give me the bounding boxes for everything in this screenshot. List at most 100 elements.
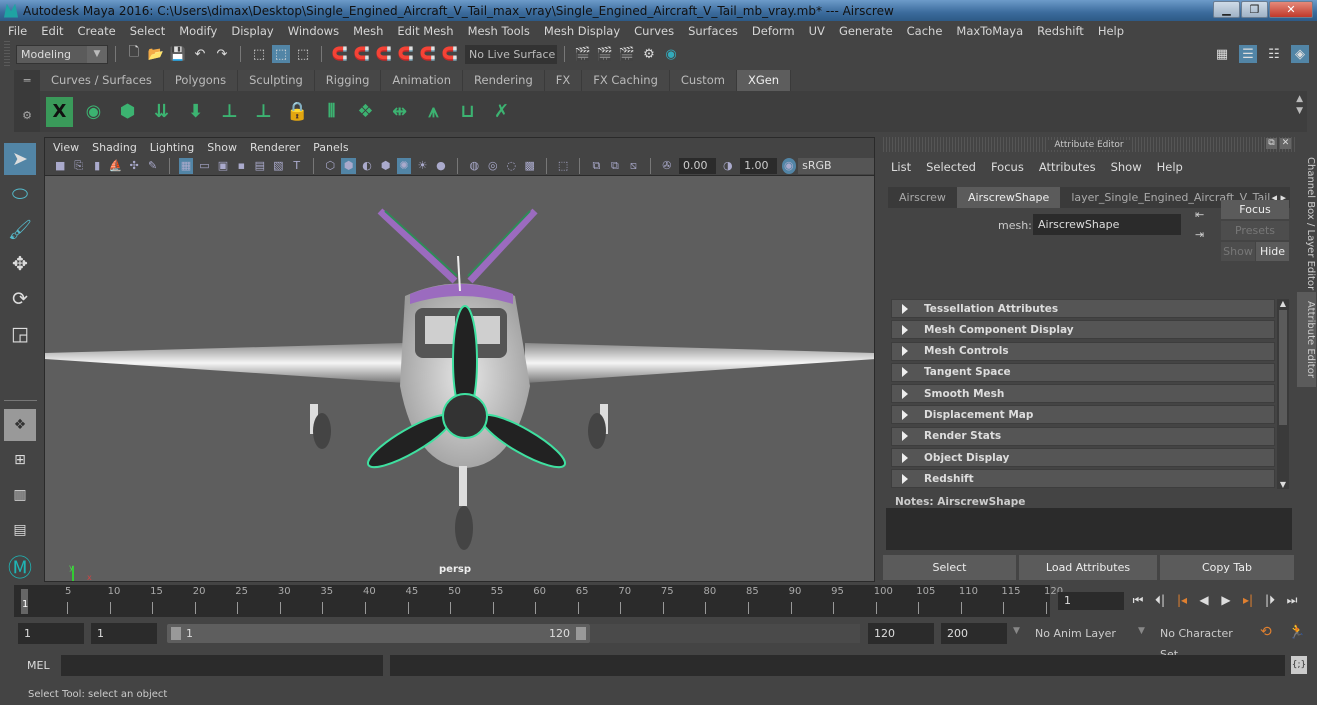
section-render-stats[interactable]: Render Stats — [891, 426, 1275, 446]
step-back-key-icon[interactable]: |◂ — [1174, 591, 1190, 609]
ae-menu-selected[interactable]: Selected — [926, 160, 976, 174]
step-back-frame-icon[interactable]: ⏴| — [1152, 591, 1168, 609]
xgen-clear-preview-icon[interactable]: ⬢ — [114, 97, 141, 127]
presets-button[interactable]: Presets — [1221, 221, 1289, 240]
lasso-tool-icon[interactable]: ⬭ — [4, 178, 36, 210]
screen-space-ao-icon[interactable]: ◍ — [467, 158, 481, 174]
menu-mesh[interactable]: Mesh — [353, 24, 383, 38]
current-frame-field[interactable]: 1 — [1058, 592, 1124, 610]
viewport-menu-show[interactable]: Show — [207, 141, 237, 154]
viewport-menu-view[interactable]: View — [53, 141, 79, 154]
menu-edit[interactable]: Edit — [41, 24, 63, 38]
snap-curve-icon[interactable]: 🧲 — [353, 45, 371, 63]
scale-tool-icon[interactable]: ◲ — [4, 318, 36, 350]
open-scene-icon[interactable]: 📂 — [147, 45, 165, 63]
gate-mask-icon[interactable]: ▪ — [234, 158, 248, 174]
character-set-chevron-icon[interactable]: ▼ — [1138, 626, 1145, 636]
shelf-tab-curves-surfaces[interactable]: Curves / Surfaces — [40, 70, 164, 91]
close-panel-icon[interactable]: ✕ — [1280, 138, 1291, 149]
ae-tab-airscrewshape[interactable]: AirscrewShape — [956, 187, 1061, 208]
add-guide-icon[interactable]: ⊥ — [216, 97, 243, 127]
xray-joints-icon[interactable]: ⧅ — [626, 158, 640, 174]
minimize-button[interactable]: ▁ — [1213, 1, 1240, 18]
3d-viewport[interactable]: y x persp — [45, 176, 874, 581]
xgen-editor-icon[interactable]: X — [46, 96, 73, 127]
menu-create[interactable]: Create — [78, 24, 116, 38]
snap-surface-icon[interactable]: 🧲 — [419, 45, 437, 63]
menu-generate[interactable]: Generate — [839, 24, 893, 38]
notes-textarea[interactable] — [886, 508, 1292, 550]
field-chart-icon[interactable]: ▤ — [253, 158, 267, 174]
select-object-icon[interactable]: ⬚ — [272, 45, 290, 63]
xray-icon[interactable]: ⧉ — [589, 158, 603, 174]
two-d-pan-zoom-icon[interactable]: ✣ — [127, 158, 141, 174]
section-smooth-mesh[interactable]: Smooth Mesh — [891, 384, 1275, 404]
undo-icon[interactable]: ↶ — [191, 45, 209, 63]
shelf-tab-sculpting[interactable]: Sculpting — [238, 70, 315, 91]
shelf-tab-xgen[interactable]: XGen — [736, 70, 792, 91]
ae-menu-list[interactable]: List — [891, 160, 911, 174]
new-scene-icon[interactable]: 🗋 — [125, 45, 143, 63]
select-tool-icon[interactable]: ➤ — [4, 143, 36, 175]
anim-layer-chevron-icon[interactable]: ▼ — [1013, 626, 1020, 636]
ipr-render-icon[interactable]: 🎬 — [618, 45, 636, 63]
view-transform-dropdown[interactable]: sRGB gamma — [798, 157, 874, 188]
guide-outline-icon[interactable]: ⊔ — [454, 97, 481, 127]
depth-of-field-icon[interactable]: ▩ — [523, 158, 537, 174]
mesh-name-field[interactable]: AirscrewShape — [1033, 214, 1181, 235]
input-connection-icon[interactable]: ⇤ — [1195, 208, 1204, 221]
rebuild-guides-icon[interactable]: ⫴ — [318, 97, 345, 127]
attribute-scrollbar[interactable]: ▲ ▼ — [1277, 299, 1289, 489]
menu-windows[interactable]: Windows — [288, 24, 339, 38]
viewport-menu-lighting[interactable]: Lighting — [150, 141, 194, 154]
render-settings-icon[interactable]: ⚙ — [640, 45, 658, 63]
use-default-material-icon[interactable]: ◐ — [360, 158, 374, 174]
place-guides-icon[interactable]: ⬇ — [182, 97, 209, 127]
select-guides-icon[interactable]: ⩚ — [420, 97, 447, 127]
gamma-field[interactable]: 1.00 — [740, 157, 777, 174]
isolate-select-icon[interactable]: ⬚ — [556, 158, 570, 174]
focus-button[interactable]: Focus — [1221, 200, 1289, 219]
safe-action-icon[interactable]: ▧ — [271, 158, 285, 174]
wireframe-icon[interactable]: ⬡ — [323, 158, 337, 174]
menu-mesh-display[interactable]: Mesh Display — [544, 24, 620, 38]
four-view-layout-icon[interactable]: ⊞ — [4, 444, 36, 476]
close-button[interactable]: ✕ — [1269, 1, 1313, 18]
shelf-tab-polygons[interactable]: Polygons — [163, 70, 239, 91]
menu-redshift[interactable]: Redshift — [1037, 24, 1084, 38]
grease-pencil-icon[interactable]: ✎ — [145, 158, 159, 174]
script-editor-icon[interactable]: {;} — [1291, 656, 1307, 674]
menu-curves[interactable]: Curves — [634, 24, 674, 38]
copy-tab-button[interactable]: Copy Tab — [1160, 555, 1294, 580]
menu-file[interactable]: File — [8, 24, 27, 38]
viewport-menu-shading[interactable]: Shading — [92, 141, 137, 154]
auto-key-icon[interactable]: ⟲ — [1260, 624, 1272, 640]
modeling-toolkit-icon[interactable]: ▦ — [1213, 45, 1231, 63]
ae-menu-attributes[interactable]: Attributes — [1039, 160, 1096, 174]
menu-deform[interactable]: Deform — [752, 24, 795, 38]
camera-attributes-icon[interactable]: ⎘ — [71, 158, 85, 174]
menu-maxtomaya[interactable]: MaxToMaya — [956, 24, 1023, 38]
mel-label[interactable]: MEL — [27, 659, 50, 672]
snap-grid-icon[interactable]: 🧲 — [331, 45, 349, 63]
scroll-up-icon[interactable]: ▲ — [1277, 299, 1289, 308]
menu-surfaces[interactable]: Surfaces — [688, 24, 738, 38]
anim-layer-dropdown[interactable]: No Anim Layer — [1029, 623, 1127, 644]
camera-icon[interactable]: ■ — [53, 158, 67, 174]
maya-home-icon[interactable]: Ⓜ — [4, 549, 36, 582]
section-displacement-map[interactable]: Displacement Map — [891, 405, 1275, 425]
shadows-icon[interactable]: ● — [434, 158, 448, 174]
go-to-start-icon[interactable]: ⏮ — [1130, 591, 1146, 609]
mirror-guides-icon[interactable]: ⇹ — [386, 97, 413, 127]
grid-icon[interactable]: ▦ — [178, 157, 194, 174]
command-input[interactable] — [61, 655, 383, 676]
step-forward-key-icon[interactable]: ▸| — [1240, 591, 1256, 609]
safe-title-icon[interactable]: T — [290, 158, 304, 174]
channel-box-toggle-icon[interactable]: ◈ — [1291, 45, 1309, 63]
scroll-thumb[interactable] — [1279, 310, 1287, 425]
menu-edit-mesh[interactable]: Edit Mesh — [397, 24, 453, 38]
menu-help[interactable]: Help — [1098, 24, 1124, 38]
smooth-shade-icon[interactable]: ⬢ — [341, 157, 356, 174]
film-gate-icon[interactable]: ▭ — [197, 158, 211, 174]
playback-start-field[interactable]: 1 — [91, 623, 157, 644]
